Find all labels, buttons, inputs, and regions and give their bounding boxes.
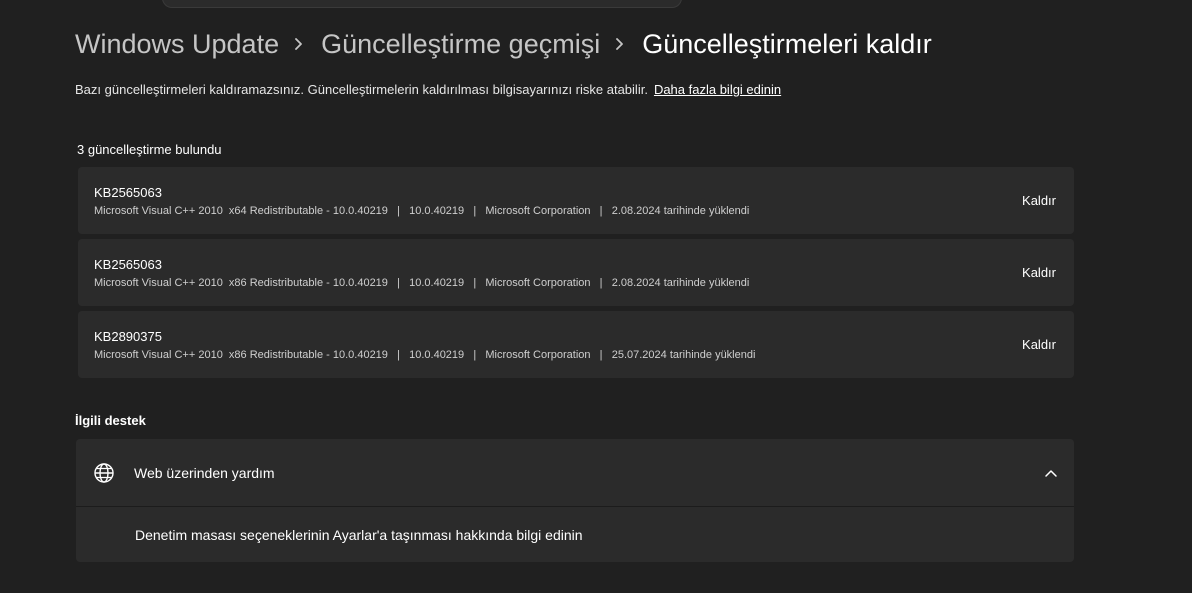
update-details: Microsoft Visual C++ 2010 x86 Redistribu… (94, 349, 756, 361)
chevron-right-icon (600, 25, 642, 63)
uninstall-button[interactable]: Kaldır (1022, 192, 1056, 210)
web-help-expander[interactable]: Web üzerinden yardım (76, 439, 1074, 506)
description-text: Bazı güncelleştirmeleri kaldıramazsınız.… (75, 82, 648, 97)
breadcrumb-windows-update[interactable]: Windows Update (75, 25, 279, 63)
breadcrumb: Windows Update Güncelleştirme geçmişi Gü… (75, 25, 932, 63)
web-help-content: Denetim masası seçeneklerinin Ayarlar'a … (76, 507, 1074, 562)
related-support-heading: İlgili destek (75, 413, 146, 428)
chevron-right-icon (279, 25, 321, 63)
update-list: KB2565063 Microsoft Visual C++ 2010 x64 … (78, 167, 1074, 383)
update-details: Microsoft Visual C++ 2010 x64 Redistribu… (94, 205, 750, 217)
chevron-up-icon[interactable] (1044, 466, 1058, 480)
update-row: KB2890375 Microsoft Visual C++ 2010 x86 … (78, 311, 1074, 378)
breadcrumb-update-history[interactable]: Güncelleştirme geçmişi (321, 25, 600, 63)
control-panel-info-link[interactable]: Denetim masası seçeneklerinin Ayarlar'a … (135, 526, 583, 544)
update-row: KB2565063 Microsoft Visual C++ 2010 x64 … (78, 167, 1074, 234)
web-help-card: Web üzerinden yardım Denetim masası seçe… (76, 439, 1074, 562)
globe-icon (94, 463, 114, 483)
page-description: Bazı güncelleştirmeleri kaldıramazsınız.… (75, 81, 781, 99)
learn-more-link[interactable]: Daha fazla bilgi edinin (654, 82, 781, 97)
uninstall-button[interactable]: Kaldır (1022, 336, 1056, 354)
update-kb-number: KB2565063 (94, 185, 162, 200)
update-details: Microsoft Visual C++ 2010 x86 Redistribu… (94, 277, 750, 289)
update-count-label: 3 güncelleştirme bulundu (77, 142, 222, 157)
update-kb-number: KB2890375 (94, 329, 162, 344)
search-box[interactable] (162, 0, 682, 8)
web-help-title: Web üzerinden yardım (134, 465, 275, 481)
update-kb-number: KB2565063 (94, 257, 162, 272)
page-title: Güncelleştirmeleri kaldır (642, 29, 932, 59)
update-row: KB2565063 Microsoft Visual C++ 2010 x86 … (78, 239, 1074, 306)
uninstall-button[interactable]: Kaldır (1022, 264, 1056, 282)
